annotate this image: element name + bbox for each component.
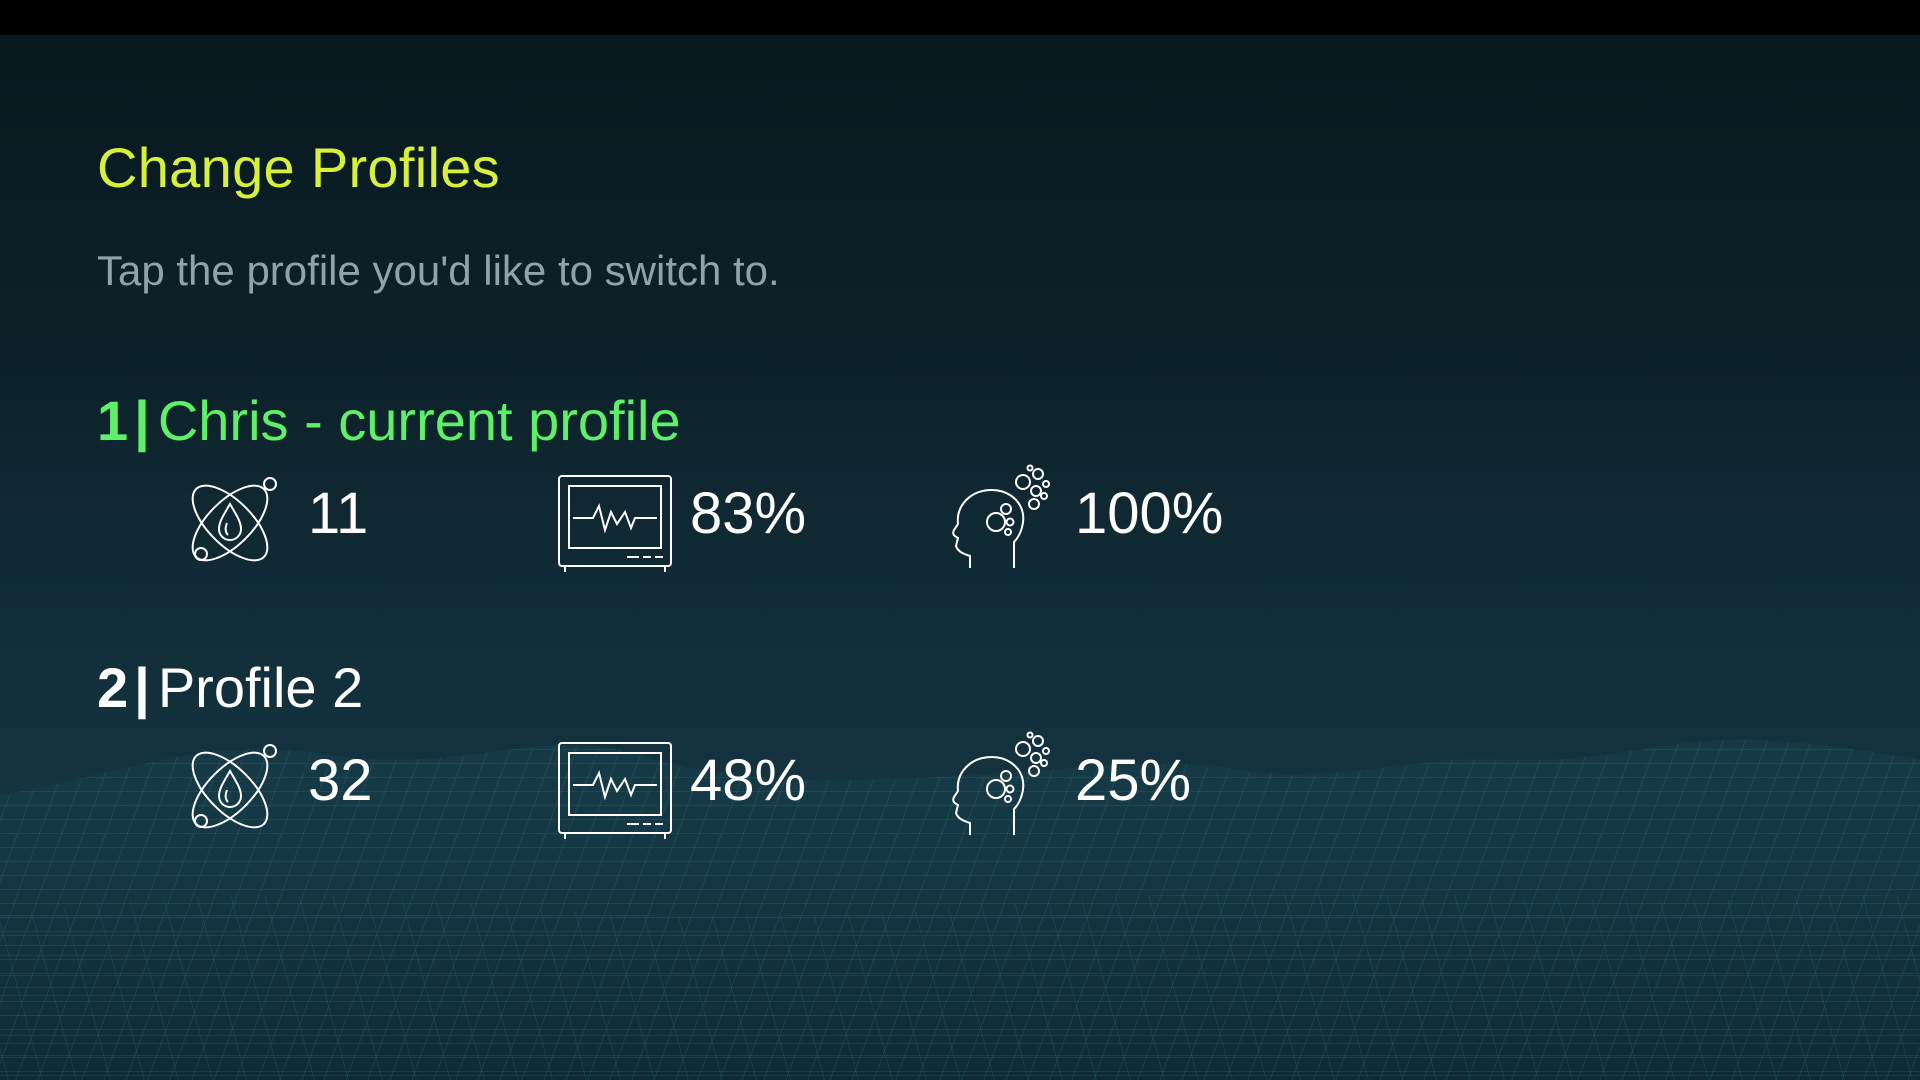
atom-droplet-icon <box>191 744 277 829</box>
page-subtitle: Tap the profile you'd like to switch to. <box>97 247 780 294</box>
stat-mind-value: 25% <box>1075 748 1192 813</box>
stat-monitor-value: 48% <box>690 748 807 813</box>
top-bar <box>0 0 1920 35</box>
profile-item-1[interactable]: 1 | Chris - current profile 11 83% 100% <box>0 388 1400 578</box>
profile-item-2[interactable]: 2 | Profile 2 32 48% 25% <box>0 655 1400 845</box>
profile-name: Chris - current profile <box>157 389 681 452</box>
head-bubbles-icon <box>952 464 1050 568</box>
profile-heading: 2 | Profile 2 <box>97 655 363 720</box>
stat-water-value: 32 <box>308 748 373 813</box>
head-bubbles-icon <box>952 731 1050 835</box>
profile-separator: | <box>134 389 150 452</box>
screen: Change Profiles Tap the profile you'd li… <box>0 0 1920 1080</box>
profile-number: 1 <box>97 389 129 452</box>
profile-heading: 1 | Chris - current profile <box>97 388 681 453</box>
profile-separator: | <box>134 656 150 719</box>
profile-number: 2 <box>97 656 129 719</box>
stat-monitor-value: 83% <box>690 481 807 546</box>
profile-name: Profile 2 <box>157 656 364 719</box>
stat-water-value: 11 <box>308 481 369 546</box>
atom-droplet-icon <box>191 477 277 562</box>
stat-mind-value: 100% <box>1075 481 1224 546</box>
main-stage: Change Profiles Tap the profile you'd li… <box>0 35 1920 1080</box>
page-title: Change Profiles <box>97 136 500 199</box>
heart-monitor-icon <box>558 475 672 572</box>
heart-monitor-icon <box>558 742 672 839</box>
